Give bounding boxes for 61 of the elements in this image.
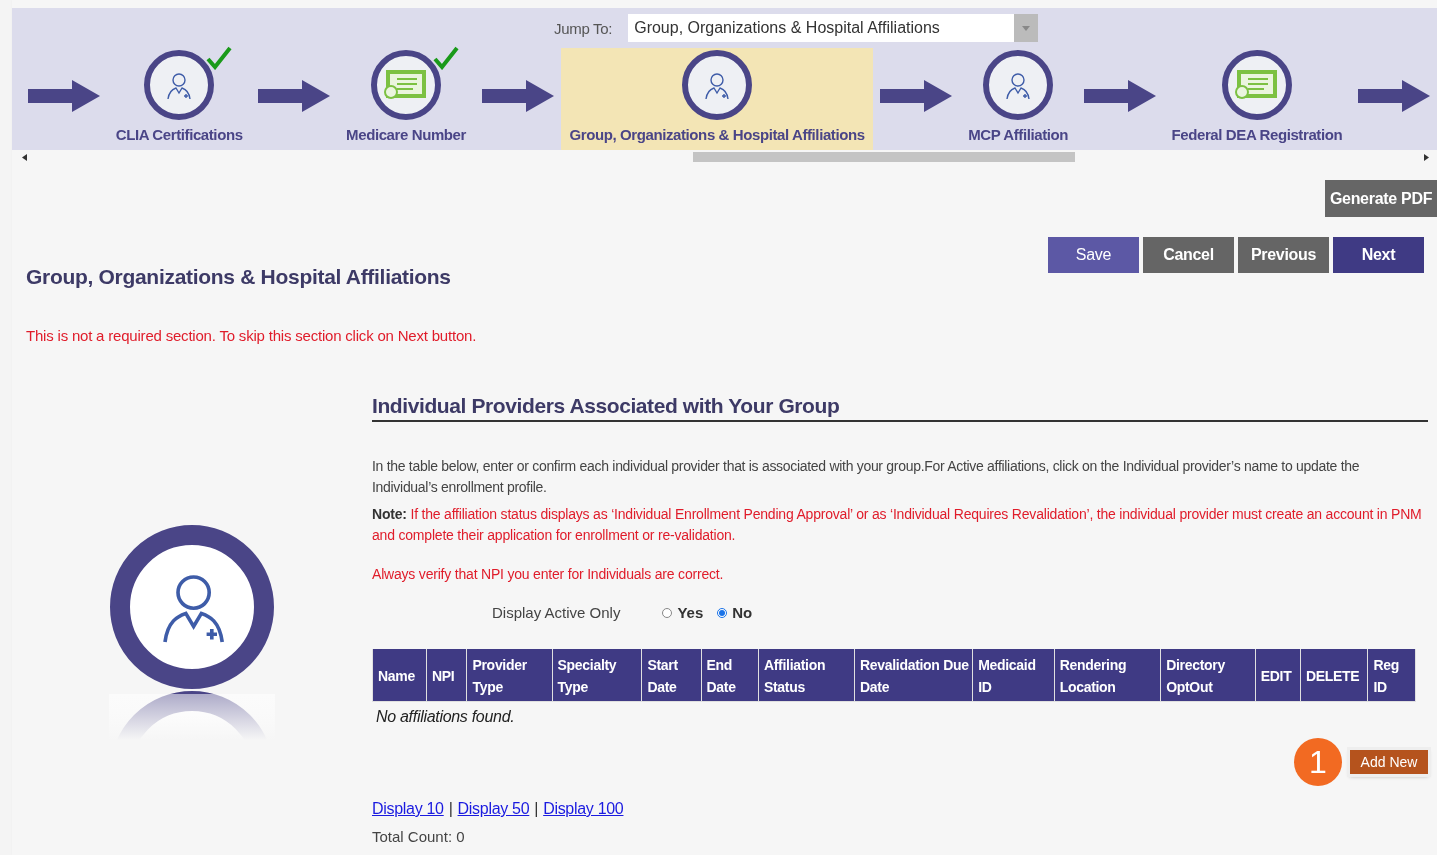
caret-icon [1022, 25, 1031, 31]
optional-note: This is not a required section. To skip this section click on Next button. [26, 327, 478, 344]
jump-to-dropdown[interactable]: Group, Organizations & Hospital Affiliations [628, 14, 1039, 42]
add-new-button[interactable]: Add New [1350, 750, 1428, 774]
column-header: Affiliation Status [758, 649, 855, 702]
scroll-right-icon[interactable] [1424, 154, 1429, 161]
step-label: Federal DEA Registration [1171, 126, 1343, 143]
arrow-icon [1358, 80, 1430, 112]
arrow-icon [1083, 80, 1156, 112]
step-label: MCP Affiliation [968, 126, 1068, 143]
step-label: CLIA Certifications [115, 126, 243, 143]
filter-label: Display Active Only [492, 604, 621, 621]
action-button[interactable]: Cancel [1143, 237, 1234, 273]
radio-label: No [732, 604, 753, 621]
generate-pdf-button[interactable]: Generate PDF [1325, 180, 1437, 217]
column-header: Medicaid ID [972, 649, 1055, 702]
warning-text: Always verify that NPI you enter for Individuals are correct. [372, 566, 725, 582]
radio-label: Yes [677, 604, 704, 621]
section-title: Individual Providers Associated with Your Group [372, 394, 1428, 422]
radio-button[interactable] [662, 607, 673, 618]
separator: | [534, 800, 539, 818]
step-item[interactable]: CLIA Certifications [107, 48, 251, 150]
step-label: Group, Organizations & Hospital Affiliations [569, 126, 865, 143]
jump-to-label: Jump To: [554, 19, 613, 37]
column-header: Name [372, 649, 427, 702]
column-header: Specialty Type [552, 649, 642, 702]
column-header: Revalidation Due Date [854, 649, 973, 702]
empty-message: No affiliations found. [375, 707, 516, 727]
column-header: Provider Type [466, 649, 553, 702]
step-label: Medicare Number [346, 126, 466, 143]
action-button[interactable]: Previous [1238, 237, 1329, 273]
step-item[interactable]: Group, Organizations & Hospital Affiliations [561, 48, 873, 150]
column-header: End Date [701, 649, 759, 702]
column-header: EDIT [1255, 649, 1301, 702]
arrow-icon [28, 80, 100, 112]
column-header: NPI [426, 649, 467, 702]
column-header: Start Date [641, 649, 702, 702]
intro-text: In the table below, enter or confirm each individual provider that is associated with your group.For Active affiliations, click on the Individual provider’s name to update the Individual’s enrollment profile. [372, 457, 1361, 497]
action-button[interactable]: Next [1333, 237, 1424, 273]
radio-button[interactable] [717, 607, 728, 618]
step-item[interactable]: Federal DEA Registration [1163, 48, 1351, 150]
scrollbar-thumb[interactable] [693, 152, 1075, 162]
action-button[interactable]: Save [1048, 237, 1139, 273]
display-link[interactable]: Display 50 [457, 800, 530, 818]
scroll-left-icon[interactable] [22, 154, 27, 161]
arrow-icon [880, 80, 953, 112]
arrow-icon [258, 80, 331, 112]
page-title: Group, Organizations & Hospital Affiliations [26, 265, 451, 289]
display-link[interactable]: Display 100 [543, 800, 624, 818]
display-link[interactable]: Display 10 [372, 800, 444, 818]
column-header: Directory OptOut [1160, 649, 1256, 702]
column-header: Rendering Location [1054, 649, 1161, 702]
column-header: Reg ID [1367, 649, 1416, 702]
note-text: Note: If the affiliation status displays as ‘Individual Enrollment Pending Approval’ or as ‘Individual Requires Revalidation’, the individual provider must create an account in PNM and complete their application for enrollment or re-validation. [372, 505, 1423, 545]
column-header: DELETE [1300, 649, 1368, 702]
step-item[interactable]: MCP Affiliation [960, 48, 1076, 150]
step-number-badge: 1 [1294, 738, 1342, 786]
total-count: Total Count: 0 [372, 828, 466, 845]
separator: | [448, 800, 453, 818]
arrow-icon [481, 80, 554, 112]
step-item[interactable]: Medicare Number [338, 48, 474, 150]
